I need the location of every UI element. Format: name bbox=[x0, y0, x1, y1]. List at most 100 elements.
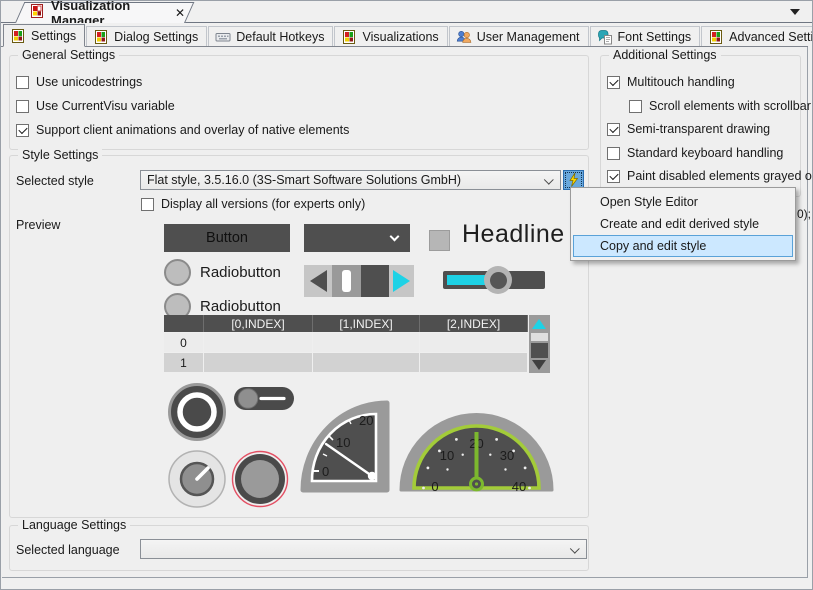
checkbox-box[interactable] bbox=[607, 147, 620, 160]
group-title: Style Settings bbox=[18, 148, 102, 162]
spin-thumb bbox=[342, 270, 351, 292]
checkbox-paint-disabled-elements[interactable]: Paint disabled elements grayed out bbox=[607, 169, 813, 183]
tab-list-dropdown-icon[interactable] bbox=[790, 9, 800, 15]
checkbox-box[interactable] bbox=[629, 100, 642, 113]
selected-style-combobox[interactable]: Flat style, 3.5.16.0 (3S-Smart Software … bbox=[140, 170, 561, 190]
menu-item-open-style-editor[interactable]: Open Style Editor bbox=[573, 191, 793, 213]
table-header-cell: [1,INDEX] bbox=[313, 315, 420, 332]
preview-headline: Headline bbox=[462, 220, 565, 249]
preview-red-ring-button bbox=[231, 450, 289, 508]
table-header-cell: [0,INDEX] bbox=[204, 315, 313, 332]
checkbox-box[interactable] bbox=[607, 76, 620, 89]
settings-panel: General Settings Use unicodestrings Use … bbox=[2, 47, 808, 578]
checkbox-label: Display all versions (for experts only) bbox=[161, 197, 365, 211]
checkbox-display-all-versions[interactable]: Display all versions (for experts only) bbox=[141, 197, 365, 211]
menu-item-create-derived-style[interactable]: Create and edit derived style bbox=[573, 213, 793, 235]
checkbox-multitouch-handling[interactable]: Multitouch handling bbox=[607, 75, 735, 89]
group-title: Additional Settings bbox=[609, 48, 721, 62]
settings-tab-strip: Settings Dialog Settings Default Hotkeys… bbox=[1, 23, 808, 47]
tab-visualizations[interactable]: Visualizations bbox=[334, 26, 447, 46]
table-header-row: [0,INDEX] [1,INDEX] [2,INDEX] bbox=[164, 315, 528, 332]
gauge-tick-label: 0 bbox=[431, 479, 438, 493]
close-icon[interactable]: ✕ bbox=[175, 6, 185, 20]
preview-button-label: Button bbox=[206, 230, 248, 246]
checkbox-use-unicodestrings[interactable]: Use unicodestrings bbox=[16, 75, 142, 89]
preview-dropdown bbox=[304, 224, 410, 252]
group-additional-settings: Additional Settings Multitouch handling … bbox=[600, 55, 801, 197]
gauge-tick-label: 0 bbox=[322, 464, 329, 479]
tab-default-hotkeys[interactable]: Default Hotkeys bbox=[208, 26, 333, 46]
table-row-label: 1 bbox=[164, 353, 204, 372]
selected-style-label: Selected style bbox=[16, 174, 94, 188]
visualization-manager-icon bbox=[29, 3, 45, 22]
checkbox-label: Standard keyboard handling bbox=[627, 146, 783, 160]
checkbox-semi-transparent-drawing[interactable]: Semi-transparent drawing bbox=[607, 122, 770, 136]
table-header-cell: [2,INDEX] bbox=[420, 315, 528, 332]
tab-label: Font Settings bbox=[618, 30, 692, 44]
spin-track bbox=[332, 265, 361, 297]
tab-label: User Management bbox=[477, 30, 580, 44]
chevron-down-icon bbox=[390, 232, 400, 242]
table-row: 0 bbox=[164, 333, 528, 352]
selected-style-value: Flat style, 3.5.16.0 (3S-Smart Software … bbox=[147, 173, 461, 187]
tab-font-settings[interactable]: Font Settings bbox=[590, 26, 701, 46]
table-cell bbox=[204, 353, 313, 372]
chevron-down-icon bbox=[544, 175, 554, 185]
gauge-tick-label: 30 bbox=[500, 448, 514, 463]
checkbox-support-client-animations[interactable]: Support client animations and overlay of… bbox=[16, 123, 349, 137]
preview-knob-dial bbox=[167, 449, 227, 509]
checkbox-label: Use unicodestrings bbox=[36, 75, 142, 89]
group-title: General Settings bbox=[18, 48, 119, 62]
checkbox-standard-keyboard-handling[interactable]: Standard keyboard handling bbox=[607, 146, 783, 160]
checkbox-box[interactable] bbox=[607, 170, 620, 183]
checkbox-box[interactable] bbox=[141, 198, 154, 211]
checkbox-label: Semi-transparent drawing bbox=[627, 122, 770, 136]
keyboard-icon bbox=[215, 29, 231, 45]
selected-language-combobox[interactable] bbox=[140, 539, 587, 559]
group-general-settings: General Settings Use unicodestrings Use … bbox=[9, 55, 589, 150]
table-cell bbox=[420, 333, 528, 352]
preview-color-square bbox=[429, 230, 450, 251]
tab-label: Visualizations bbox=[362, 30, 438, 44]
scrollbar-thumb bbox=[531, 333, 548, 341]
arrow-right-icon bbox=[393, 270, 410, 292]
arrow-left-icon bbox=[310, 270, 327, 292]
visu-grid-icon bbox=[341, 29, 357, 45]
group-language-settings: Language Settings Selected language bbox=[9, 525, 589, 571]
preview-spin-control bbox=[304, 265, 414, 297]
lightning-icon bbox=[567, 172, 580, 188]
checkbox-box[interactable] bbox=[16, 76, 29, 89]
document-tab-visualization-manager[interactable]: Visualization Manager ✕ bbox=[7, 2, 185, 23]
checkbox-box[interactable] bbox=[16, 124, 29, 137]
font-bubble-icon bbox=[597, 29, 613, 45]
checkbox-label: Support client animations and overlay of… bbox=[36, 123, 349, 137]
gauge-tick-label: 20 bbox=[359, 413, 373, 428]
tab-label: Dialog Settings bbox=[114, 30, 198, 44]
checkbox-use-currentvisu-variable[interactable]: Use CurrentVisu variable bbox=[16, 99, 175, 113]
tab-advanced-settings[interactable]: Advanced Settings bbox=[701, 26, 813, 46]
radio-circle bbox=[164, 259, 191, 286]
preview-table: [0,INDEX] [1,INDEX] [2,INDEX] 0 1 bbox=[164, 315, 528, 372]
clipped-text-fragment: 0); bbox=[797, 207, 811, 221]
preview-label: Preview bbox=[16, 218, 60, 232]
scrollbar-dark-segment bbox=[531, 343, 548, 358]
checkbox-label: Multitouch handling bbox=[627, 75, 735, 89]
preview-round-button bbox=[167, 382, 227, 442]
gauge-tick-label: 40 bbox=[512, 479, 526, 493]
table-cell bbox=[313, 333, 420, 352]
checkbox-box[interactable] bbox=[16, 100, 29, 113]
scroll-up-icon bbox=[532, 319, 546, 329]
group-style-settings: Style Settings Selected style Flat style… bbox=[9, 155, 589, 518]
tab-dialog-settings[interactable]: Dialog Settings bbox=[86, 26, 207, 46]
radio-label: Radiobutton bbox=[200, 264, 281, 281]
checkbox-scroll-elements-with-scrollbar[interactable]: Scroll elements with scrollbar bbox=[629, 99, 811, 113]
table-corner-cell bbox=[164, 315, 204, 332]
tab-user-management[interactable]: User Management bbox=[449, 26, 589, 46]
preview-scrollbar bbox=[529, 315, 550, 373]
table-row-label: 0 bbox=[164, 333, 204, 352]
menu-item-copy-and-edit-style[interactable]: Copy and edit style bbox=[573, 235, 793, 257]
tab-settings[interactable]: Settings bbox=[3, 24, 85, 47]
preview-toggle-switch bbox=[233, 386, 295, 411]
visu-grid-icon bbox=[10, 28, 26, 44]
checkbox-box[interactable] bbox=[607, 123, 620, 136]
